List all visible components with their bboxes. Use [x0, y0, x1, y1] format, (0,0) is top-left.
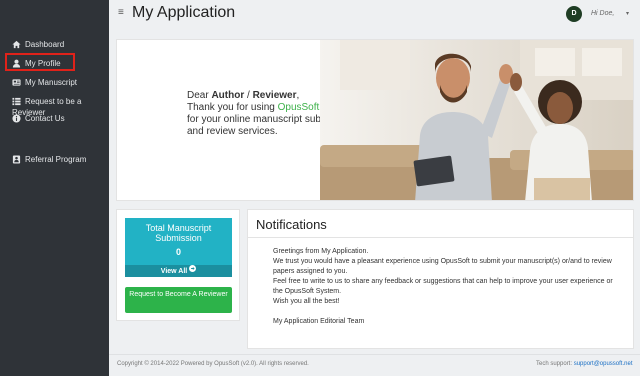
home-icon — [12, 40, 21, 49]
sidebar-item-referral-program[interactable]: Referral Program — [0, 153, 109, 165]
sidebar-item-label: My Manuscript — [25, 78, 78, 87]
divider — [248, 237, 633, 238]
chevron-down-icon[interactable]: ▾ — [626, 10, 629, 17]
sidebar-item-label: Dashboard — [25, 40, 65, 49]
high-five-illustration — [320, 40, 633, 200]
greeting-prefix: Dear — [187, 90, 212, 101]
sidebar-item-dashboard[interactable]: Dashboard — [0, 38, 109, 50]
notification-message: Greetings from My Application. We trust … — [273, 247, 623, 327]
active-item-highlight — [5, 53, 75, 71]
view-all-button[interactable]: View All — [125, 265, 232, 277]
footer-divider — [109, 354, 640, 355]
notifications-title: Notifications — [256, 217, 327, 232]
welcome-banner: Dear Author / Reviewer, Thank you for us… — [116, 39, 634, 201]
copyright-text: Copyright © 2014-2022 Powered by OpusSof… — [117, 361, 309, 367]
sidebar-item-contact-us[interactable]: Contact Us — [0, 112, 109, 124]
sidebar-item-label: Referral Program — [25, 155, 87, 164]
role-separator: / — [244, 90, 253, 101]
page-title: My Application — [132, 4, 236, 21]
notification-signature: My Application Editorial Team — [273, 318, 365, 325]
top-bar: ≡ My Application D Hi Doe, ▾ — [109, 0, 640, 30]
view-all-label: View All — [160, 267, 188, 275]
sidebar-item-label: Contact Us — [25, 114, 65, 123]
manuscript-icon — [12, 78, 21, 87]
tech-support: Tech support: support@opussoft.net — [536, 361, 632, 367]
sidebar-item-my-manuscript[interactable]: My Manuscript — [0, 76, 109, 88]
role-reviewer: Reviewer — [252, 90, 297, 101]
stat-value: 0 — [175, 247, 181, 257]
role-author: Author — [211, 90, 245, 101]
sidebar-nav: Dashboard My Profile My Manuscript Reque… — [0, 34, 109, 164]
avatar[interactable]: D — [566, 6, 582, 22]
notifications-panel: Notifications Greetings from My Applicat… — [247, 209, 634, 349]
support-email-link[interactable]: support@opussoft.net — [574, 361, 633, 367]
arrow-right-circle-icon — [189, 265, 197, 277]
sidebar: Dashboard My Profile My Manuscript Reque… — [0, 0, 109, 376]
notification-paragraph: Feel free to write to us to share any fe… — [273, 278, 613, 295]
hamburger-menu-icon[interactable]: ≡ — [118, 7, 124, 18]
notification-paragraph: Wish you all the best! — [273, 298, 340, 305]
request-reviewer-button[interactable]: Request to Become A Reviewer — [125, 287, 232, 313]
stats-panel: Total Manuscript Submission 0 View All R… — [116, 209, 240, 321]
greeting-suffix: , — [296, 90, 300, 101]
manuscript-stat-card: Total Manuscript Submission 0 View All — [125, 218, 232, 277]
stat-title: Total Manuscript Submission — [145, 223, 212, 243]
support-label: Tech support: — [536, 361, 574, 367]
info-icon — [12, 114, 21, 123]
user-menu[interactable]: Hi Doe, — [591, 10, 614, 17]
notification-paragraph: We trust you would have a pleasant exper… — [273, 258, 612, 275]
notification-paragraph: Greetings from My Application. — [273, 248, 369, 255]
thanks-text: Thank you for using — [187, 102, 278, 113]
hero-photo — [320, 40, 633, 200]
referral-icon — [12, 155, 21, 164]
brand-name: OpusSoft — [277, 102, 320, 113]
